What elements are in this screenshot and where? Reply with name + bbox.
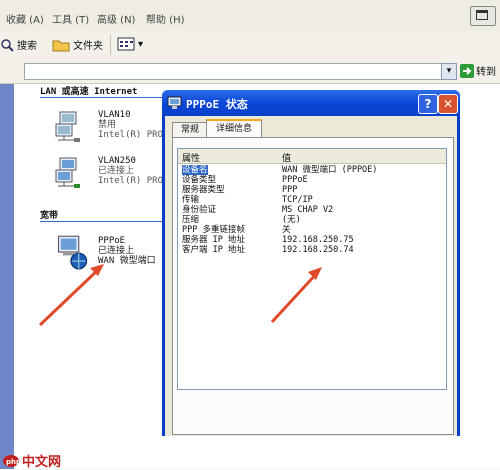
svg-text:php: php xyxy=(6,458,19,466)
watermark: php 中文网 xyxy=(3,451,61,470)
annotation-arrows xyxy=(38,264,322,327)
arrow-to-client-ip xyxy=(270,267,322,324)
arrow-to-pppoe xyxy=(38,264,104,327)
watermark-text: 中文网 xyxy=(22,455,62,470)
php-logo-icon: php xyxy=(3,454,19,467)
